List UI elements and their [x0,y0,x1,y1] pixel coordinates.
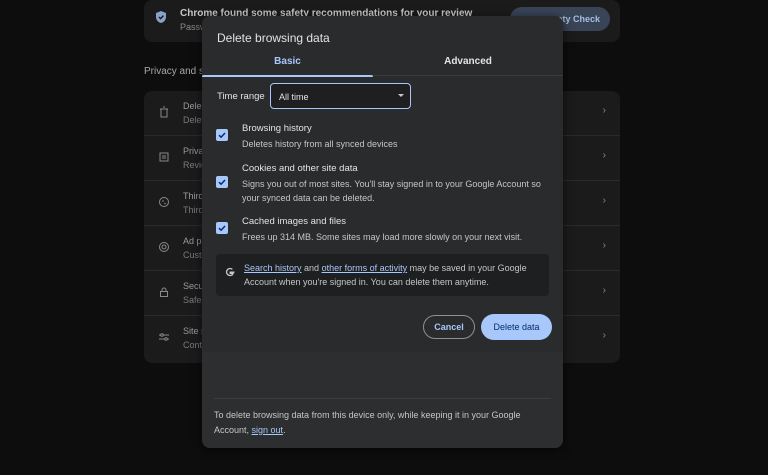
chevron-right-icon: › [602,240,606,251]
tab-advanced[interactable]: Advanced [373,54,563,76]
chevron-right-icon: › [602,285,606,296]
row-sublabel: Cont [183,340,203,350]
lock-icon [158,286,170,298]
checkmark-icon [218,225,226,232]
row-label: Third [183,191,204,201]
option-description: Signs you out of most sites. You'll stay… [242,179,541,203]
search-history-link[interactable]: Search history [244,263,302,273]
row-label: Secu [183,281,204,291]
info-text: Search history and other forms of activi… [244,261,544,289]
time-range-value: All time [279,92,309,102]
google-activity-info: Search history and other forms of activi… [216,254,549,296]
row-label: Ad p [183,236,202,246]
section-heading: Privacy and s [144,66,205,77]
row-sublabel: Delet [183,115,205,125]
chevron-right-icon: › [602,150,606,161]
trash-icon [158,106,170,118]
info-mid-text: and [301,263,322,273]
footer-end: . [283,425,286,435]
other-activity-link[interactable]: other forms of activity [322,263,408,273]
row-sublabel: Third [183,205,204,215]
divider [214,398,551,399]
cached-images-checkbox[interactable] [216,222,228,234]
cancel-button[interactable]: Cancel [423,315,475,339]
ad-privacy-icon [158,241,170,253]
cookie-icon [158,196,170,208]
option-description: Frees up 314 MB. Some sites may load mor… [242,232,523,242]
sign-out-note: To delete browsing data from this device… [214,408,554,438]
chevron-right-icon: › [602,195,606,206]
time-range-label: Time range [217,91,265,102]
browsing-history-checkbox[interactable] [216,129,228,141]
tab-basic[interactable]: Basic [202,54,373,77]
privacy-guide-icon [158,151,170,163]
chevron-right-icon: › [602,105,606,116]
shield-icon [156,11,166,23]
cookies-checkbox[interactable] [216,176,228,188]
chevron-right-icon: › [602,330,606,341]
option-description: Deletes history from all synced devices [242,139,398,149]
time-range-select[interactable]: All time [270,83,411,109]
option-title: Browsing history [242,123,312,134]
dialog-tabs: Basic Advanced [202,54,563,77]
row-label: Dele [183,101,202,111]
google-g-icon [225,267,235,277]
delete-data-button[interactable]: Delete data [481,314,552,340]
dialog-title: Delete browsing data [217,31,330,45]
option-title: Cached images and files [242,216,347,227]
checkmark-icon [218,179,226,186]
option-title: Cookies and other site data [242,163,358,174]
row-label: Priva [183,146,204,156]
delete-browsing-data-dialog: Delete browsing data Basic Advanced Time… [202,16,563,448]
sign-out-link[interactable]: sign out [252,425,284,435]
sliders-icon [158,331,170,343]
checkmark-icon [218,132,226,139]
row-sublabel: Safe [183,295,202,305]
dropdown-caret-icon [398,94,404,97]
